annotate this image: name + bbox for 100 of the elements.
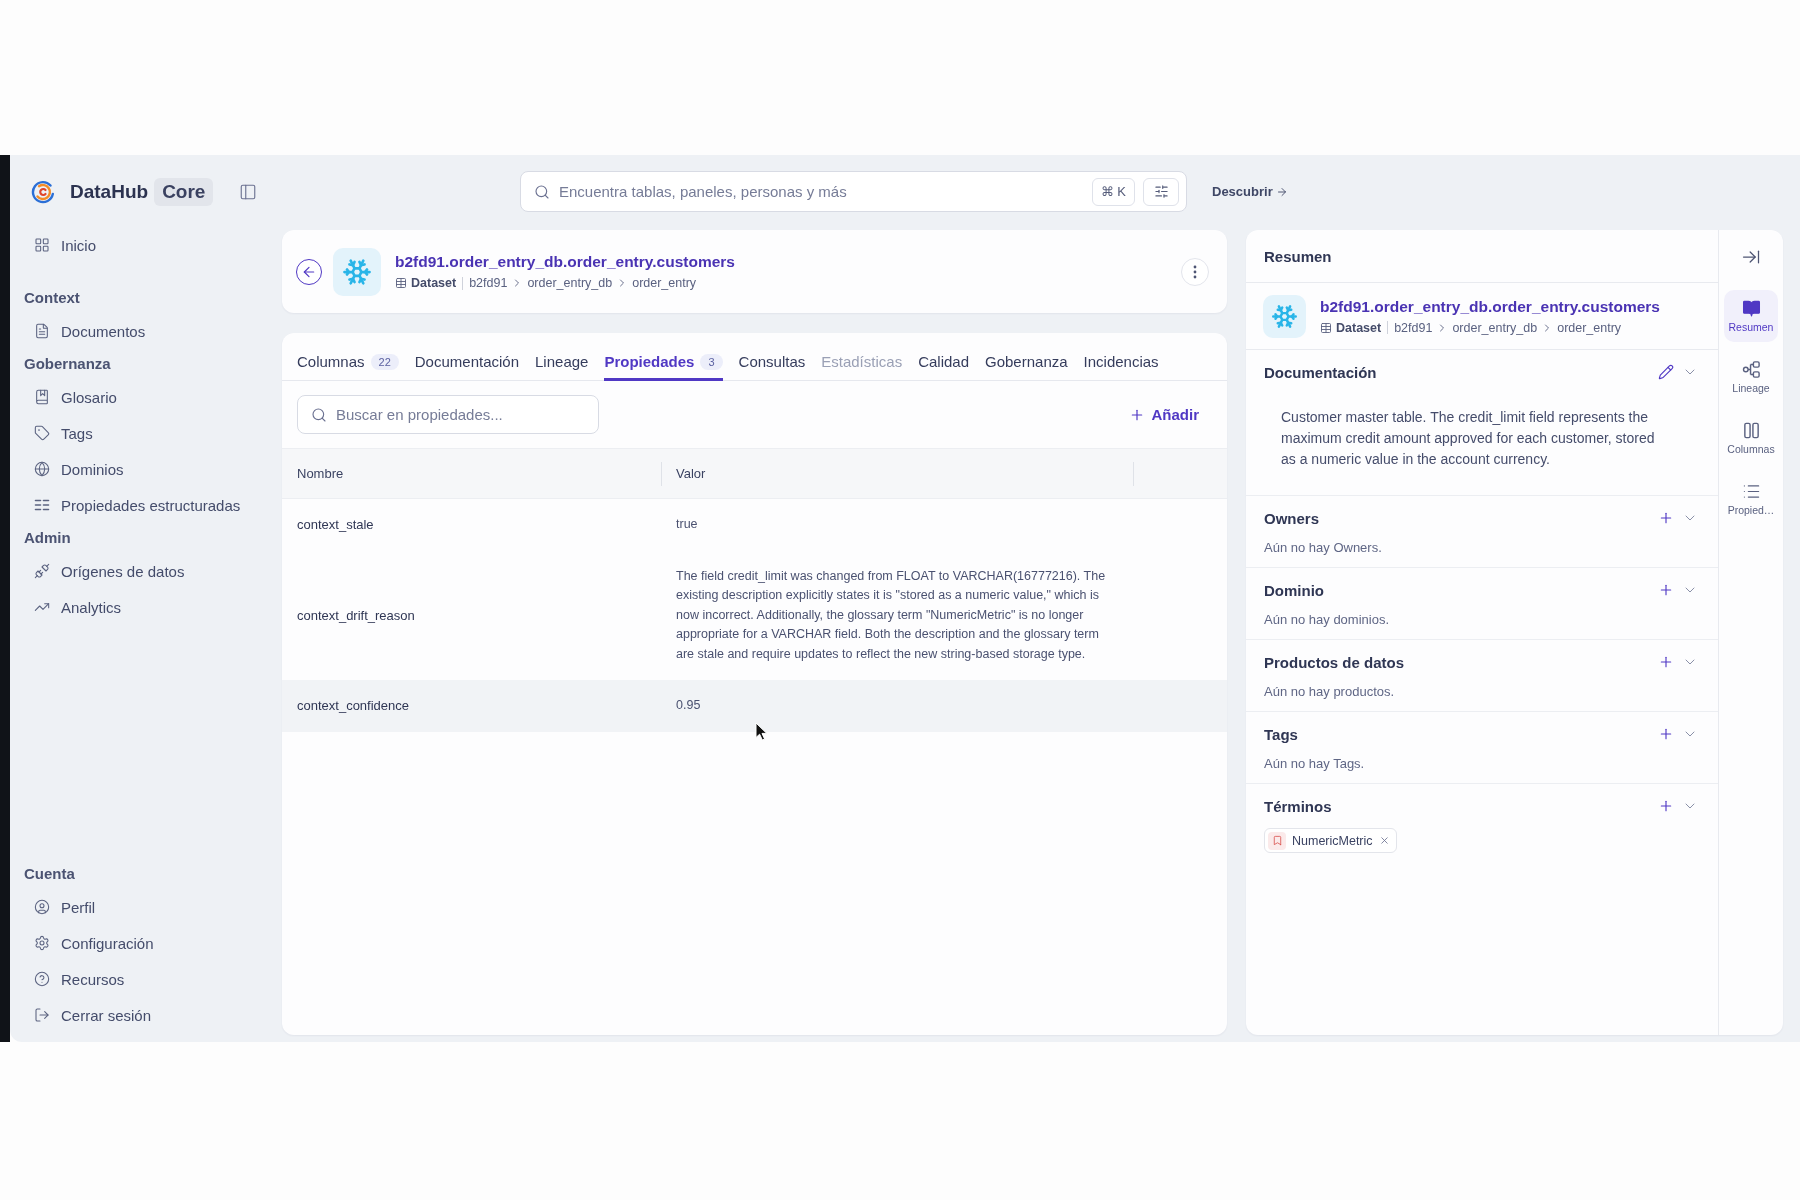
nav-section-title: Cuenta (23, 864, 75, 884)
rail-tab[interactable]: Lineage (1724, 351, 1778, 403)
breadcrumb-link[interactable]: b2fd91 (469, 276, 508, 290)
breadcrumb-link[interactable]: b2fd91 (1394, 320, 1433, 335)
nav-item[interactable]: Dominios (26, 451, 132, 487)
edition-badge: Core (154, 178, 214, 206)
tab[interactable]: Documentación (414, 333, 519, 381)
lineage-icon (1741, 360, 1761, 379)
empty-state-text: Aún no hay productos. (1264, 684, 1396, 701)
table-cell-text: true (676, 516, 698, 533)
pencil-icon[interactable] (1658, 364, 1674, 380)
plus-icon[interactable] (1658, 726, 1674, 742)
plus-icon[interactable] (1658, 510, 1674, 526)
tab[interactable]: Lineage (535, 333, 589, 381)
description-text: Customer master table. The credit_limit field represents the maximum credit amount approved for each customer, stored as a numeric value in the account currency. (1280, 408, 1656, 469)
help-icon (34, 971, 50, 987)
search-icon (311, 406, 327, 423)
rail-tab[interactable]: Propied… (1724, 473, 1778, 525)
nav-section-title: Gobernanza (23, 354, 111, 374)
tab[interactable]: Calidad (918, 333, 969, 381)
user-circle-icon (34, 899, 50, 915)
close-icon[interactable] (1378, 835, 1390, 846)
breadcrumb-link[interactable]: order_entry (1557, 320, 1622, 335)
table-cell: context_stale (297, 517, 374, 533)
table-cell: context_confidence (297, 698, 410, 714)
empty-state-text: Aún no hay Tags. (1264, 756, 1366, 773)
count-badge: 3 (700, 353, 723, 370)
columns-icon (1741, 421, 1761, 440)
search-icon (534, 183, 550, 200)
breadcrumb-link[interactable]: order_entry_db (1452, 320, 1538, 335)
bookmark-icon (1268, 831, 1286, 850)
nav-item[interactable]: Configuración (26, 925, 162, 961)
nav-item[interactable]: Propiedades estructuradas (26, 487, 249, 523)
mouse-pointer-icon (755, 722, 768, 741)
nav-item[interactable]: Documentos (26, 313, 154, 349)
settings-icon (34, 935, 50, 951)
section-title: Documentación (1264, 363, 1377, 381)
tab[interactable]: Incidencias (1083, 333, 1159, 381)
plus-icon[interactable] (1658, 798, 1674, 814)
section-title: Owners (1264, 509, 1320, 527)
logout-icon (34, 1007, 50, 1023)
grid-icon (34, 237, 50, 253)
plus-icon[interactable] (1658, 582, 1674, 598)
entity-type: Dataset (1336, 320, 1382, 335)
sidebar-toggle-icon[interactable] (239, 183, 257, 201)
document-icon (34, 323, 50, 339)
nav-item[interactable]: Analytics (26, 589, 130, 625)
nav-item[interactable]: Orígenes de datos (26, 553, 193, 589)
snowflake-icon (333, 247, 381, 296)
nav-item[interactable]: Perfil (26, 889, 104, 925)
book-icon (34, 389, 50, 405)
entity-type: Dataset (411, 276, 457, 290)
empty-state-text: Aún no hay dominios. (1264, 612, 1391, 629)
column-header: Valor (676, 466, 706, 481)
tab[interactable]: Gobernanza (985, 333, 1068, 381)
tab[interactable]: Propiedades 3 (604, 333, 723, 381)
back-button[interactable] (296, 258, 322, 285)
book-icon (1741, 299, 1761, 318)
panel-title: Resumen (1264, 247, 1332, 265)
arrow-right-icon (1275, 185, 1288, 198)
section-title: Dominio (1264, 581, 1324, 599)
add-button[interactable]: Añadir (1125, 402, 1203, 427)
tab[interactable]: Columnas 22 (297, 333, 399, 381)
empty-state-text: Aún no hay Owners. (1264, 540, 1383, 557)
plug-icon (34, 563, 50, 579)
nav-item[interactable]: Glosario (26, 379, 125, 415)
more-icon (1193, 264, 1197, 279)
filter-button[interactable] (1143, 177, 1179, 206)
rail-tab[interactable]: Resumen (1724, 290, 1778, 342)
nav-item[interactable]: Inicio (26, 227, 105, 263)
table-icon (395, 277, 407, 289)
more-button[interactable] (1181, 257, 1209, 286)
table-icon (1320, 321, 1332, 334)
dataset-title: b2fd91.order_entry_db.order_entry.customers (395, 253, 735, 271)
dataset-title: b2fd91.order_entry_db.order_entry.customers (1320, 297, 1660, 316)
section-title: Tags (1264, 725, 1298, 743)
nav-item[interactable]: Tags (26, 415, 101, 451)
logo-icon (31, 180, 55, 204)
table-cell: context_drift_reason (297, 607, 415, 623)
term-chip[interactable]: NumericMetric (1264, 828, 1397, 853)
nav-section-title: Admin (23, 528, 71, 548)
discover-link[interactable]: Descubrir (1212, 171, 1288, 212)
globe-icon (34, 461, 50, 477)
nav-section-title: Context (23, 288, 80, 308)
table-cell-text: The field credit_limit was changed from FLOAT to VARCHAR(16777216). The existing description explicitly states it is "stored as a numeric value," which is now incorrect. Additionally, the glossary term "NumericMetric" is no longer appropriate for a VARCHAR field. Both the description and the glossary term are stale and require updates to reflect the new string-based storage type. (676, 567, 1107, 663)
table-cell-text: 0.95 (676, 697, 701, 714)
list-icon (1741, 482, 1761, 501)
rail-tab[interactable]: Columnas (1724, 412, 1778, 464)
property-search-field[interactable]: Buscar en propiedades... (297, 395, 599, 434)
sliders-icon (1153, 184, 1169, 199)
tab[interactable]: Consultas (738, 333, 806, 381)
nav-item[interactable]: Recursos (26, 961, 133, 997)
list-lines-icon (34, 497, 50, 513)
nav-item[interactable]: Cerrar sesión (26, 997, 160, 1033)
breadcrumb-link[interactable]: order_entry (632, 276, 697, 290)
brand-name: DataHub (70, 181, 149, 203)
section-title: Términos (1264, 797, 1332, 815)
breadcrumb-link[interactable]: order_entry_db (527, 276, 613, 290)
tag-icon (34, 425, 50, 441)
plus-icon[interactable] (1658, 654, 1674, 670)
